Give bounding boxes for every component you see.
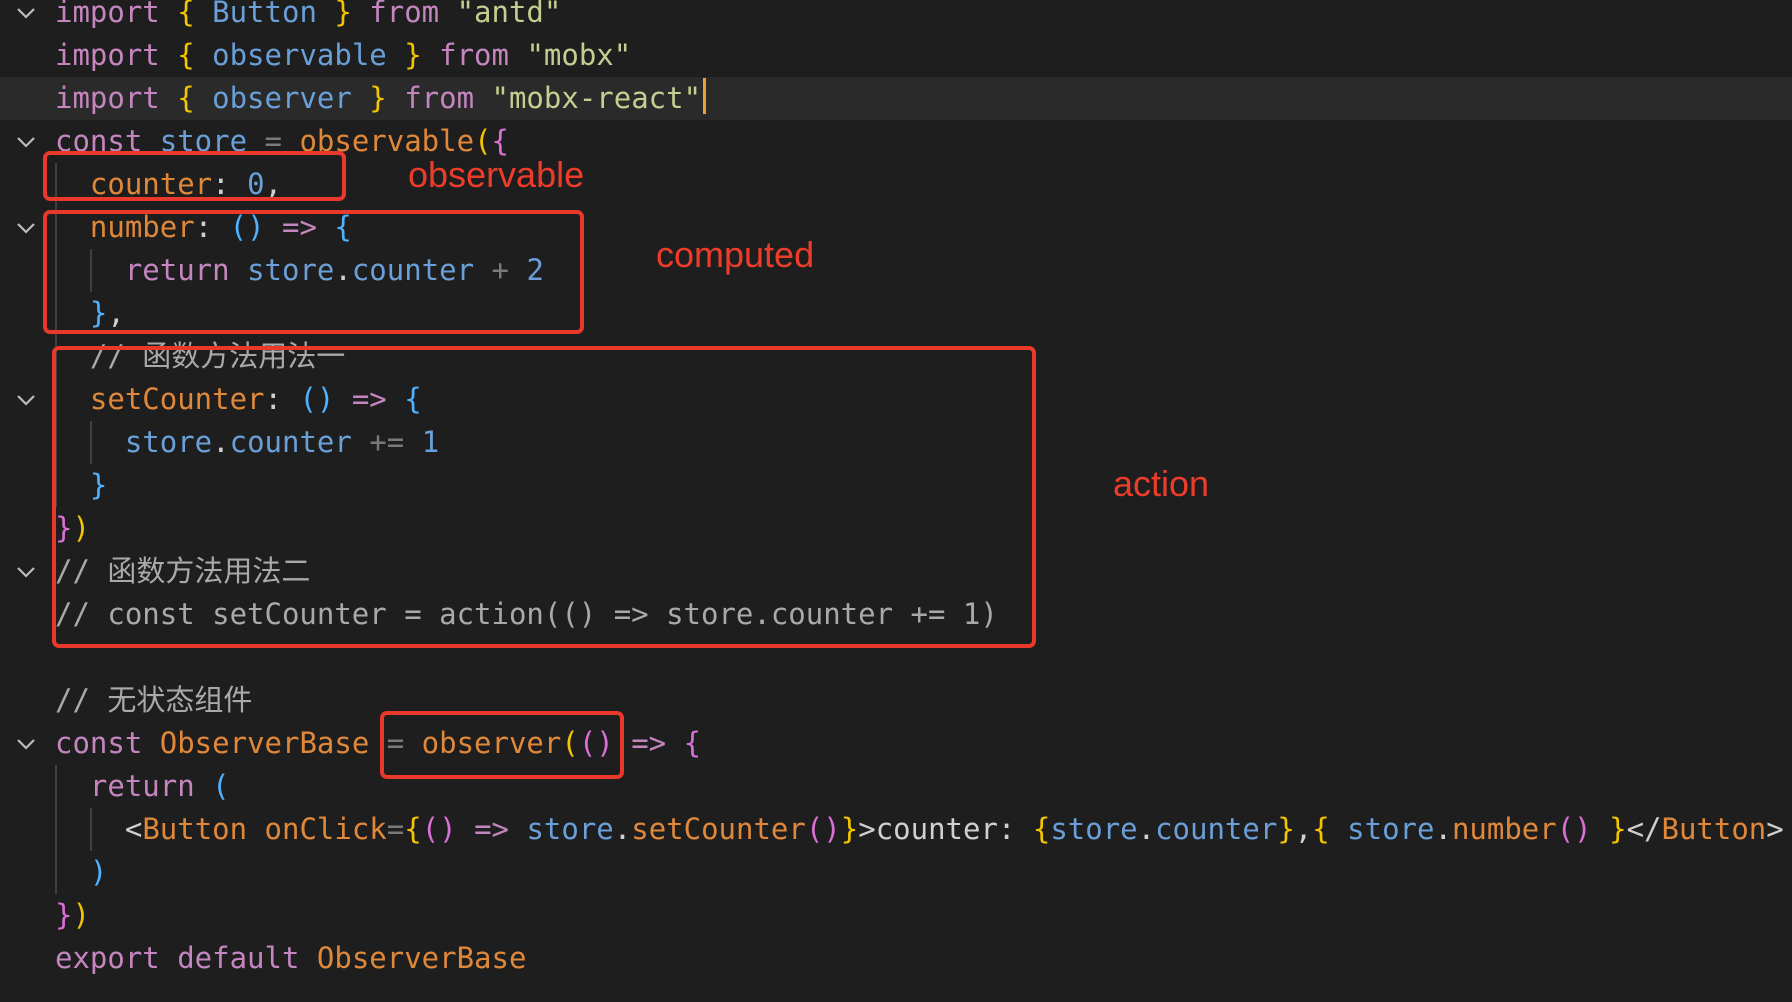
code-line[interactable]: const ObserverBase = observer(() => { — [0, 722, 1792, 765]
code-line[interactable]: import { observer } from "mobx-react" — [0, 77, 1792, 120]
code-token: { — [177, 81, 213, 115]
code-line[interactable]: import { observable } from "mobx" — [0, 34, 1792, 77]
code-token: () — [805, 812, 841, 846]
code-token: from — [369, 0, 457, 29]
code-token: from — [439, 38, 527, 72]
code-text: }) — [55, 894, 90, 937]
code-token: } — [369, 81, 405, 115]
code-text: <Button onClick={() => store.setCounter(… — [55, 808, 1784, 851]
code-token: Button — [142, 812, 265, 846]
code-token: { — [683, 726, 702, 760]
code-text: import { Button } from "antd" — [55, 0, 561, 34]
code-token: import — [55, 38, 178, 72]
chevron-down-icon[interactable] — [14, 388, 38, 412]
code-token: . — [1137, 812, 1156, 846]
code-token: } — [334, 0, 370, 29]
code-token: // 无状态组件 — [55, 683, 253, 717]
code-token: . — [1434, 812, 1452, 846]
code-token: from — [404, 81, 492, 115]
code-text: // 无状态组件 — [55, 679, 252, 722]
code-token: "antd" — [456, 0, 562, 29]
code-token: { — [177, 38, 213, 72]
code-line[interactable]: // 无状态组件 — [0, 679, 1792, 722]
code-token: > — [1766, 812, 1784, 846]
code-token: , — [1294, 812, 1313, 846]
code-token: { — [404, 812, 422, 846]
chevron-down-icon[interactable] — [14, 732, 38, 756]
code-token: counter — [1155, 812, 1278, 846]
code-token: number — [1451, 812, 1557, 846]
chevron-down-icon[interactable] — [14, 216, 38, 240]
code-token: const — [55, 726, 160, 760]
code-token: observable — [212, 38, 405, 72]
code-token: >counter: — [858, 812, 1033, 846]
code-text: ) — [55, 851, 107, 894]
chevron-down-icon[interactable] — [14, 560, 38, 584]
code-token: => — [456, 812, 527, 846]
code-token: onClick — [264, 812, 387, 846]
code-token: => — [613, 726, 684, 760]
code-token: { — [491, 124, 509, 158]
code-token: () — [1556, 812, 1610, 846]
code-token: . — [613, 812, 632, 846]
code-token: store — [526, 812, 614, 846]
code-token: ) — [72, 898, 90, 932]
observable-annotation: observable — [408, 154, 585, 195]
observer-highlight-box — [380, 711, 624, 779]
code-token: ) — [55, 855, 108, 889]
chevron-down-icon[interactable] — [14, 130, 38, 154]
code-token: setCounter — [631, 812, 806, 846]
code-token: } — [840, 812, 859, 846]
computed-annotation: computed — [656, 234, 815, 275]
code-token: store — [1347, 812, 1435, 846]
code-line[interactable]: }) — [0, 894, 1792, 937]
code-token: { — [1312, 812, 1348, 846]
code-token: </ — [1626, 812, 1662, 846]
code-token: Button — [1661, 812, 1767, 846]
code-token: ObserverBase — [159, 726, 387, 760]
observable-highlight-box — [43, 151, 346, 201]
code-token: { — [177, 0, 213, 29]
code-token: import — [55, 0, 178, 29]
action-highlight-box — [52, 346, 1036, 648]
code-token: ( — [212, 769, 230, 803]
code-token: { — [1032, 812, 1051, 846]
code-line[interactable]: return ( — [0, 765, 1792, 808]
code-token: default — [177, 941, 317, 975]
code-token: < — [55, 812, 143, 846]
code-token: "mobx-react" — [491, 81, 702, 115]
code-text: import { observable } from "mobx" — [55, 34, 631, 77]
code-token: observer — [212, 81, 370, 115]
code-line[interactable]: import { Button } from "antd" — [0, 0, 1792, 34]
code-text: export default ObserverBase — [55, 937, 526, 980]
action-annotation: action — [1113, 463, 1210, 504]
code-token: } — [55, 898, 73, 932]
code-token: } — [1609, 812, 1627, 846]
code-token: import — [55, 81, 178, 115]
code-token: = — [386, 812, 405, 846]
code-token: ObserverBase — [316, 941, 527, 975]
code-token: Button — [212, 0, 335, 29]
chevron-down-icon[interactable] — [14, 1, 38, 25]
computed-highlight-box — [43, 210, 584, 334]
code-line[interactable]: ) — [0, 851, 1792, 894]
code-token: return — [55, 769, 213, 803]
code-token: "mobx" — [526, 38, 632, 72]
code-text: import { observer } from "mobx-react" — [55, 77, 707, 120]
code-token: } — [1277, 812, 1295, 846]
code-token: ( — [474, 124, 492, 158]
code-line[interactable]: <Button onClick={() => store.setCounter(… — [0, 808, 1792, 851]
code-line[interactable]: export default ObserverBase — [0, 937, 1792, 980]
code-token: } — [404, 38, 440, 72]
text-cursor — [703, 78, 707, 114]
code-token: store — [1050, 812, 1138, 846]
code-text: return ( — [55, 765, 230, 808]
code-token: () — [421, 812, 457, 846]
code-token: export — [55, 941, 178, 975]
